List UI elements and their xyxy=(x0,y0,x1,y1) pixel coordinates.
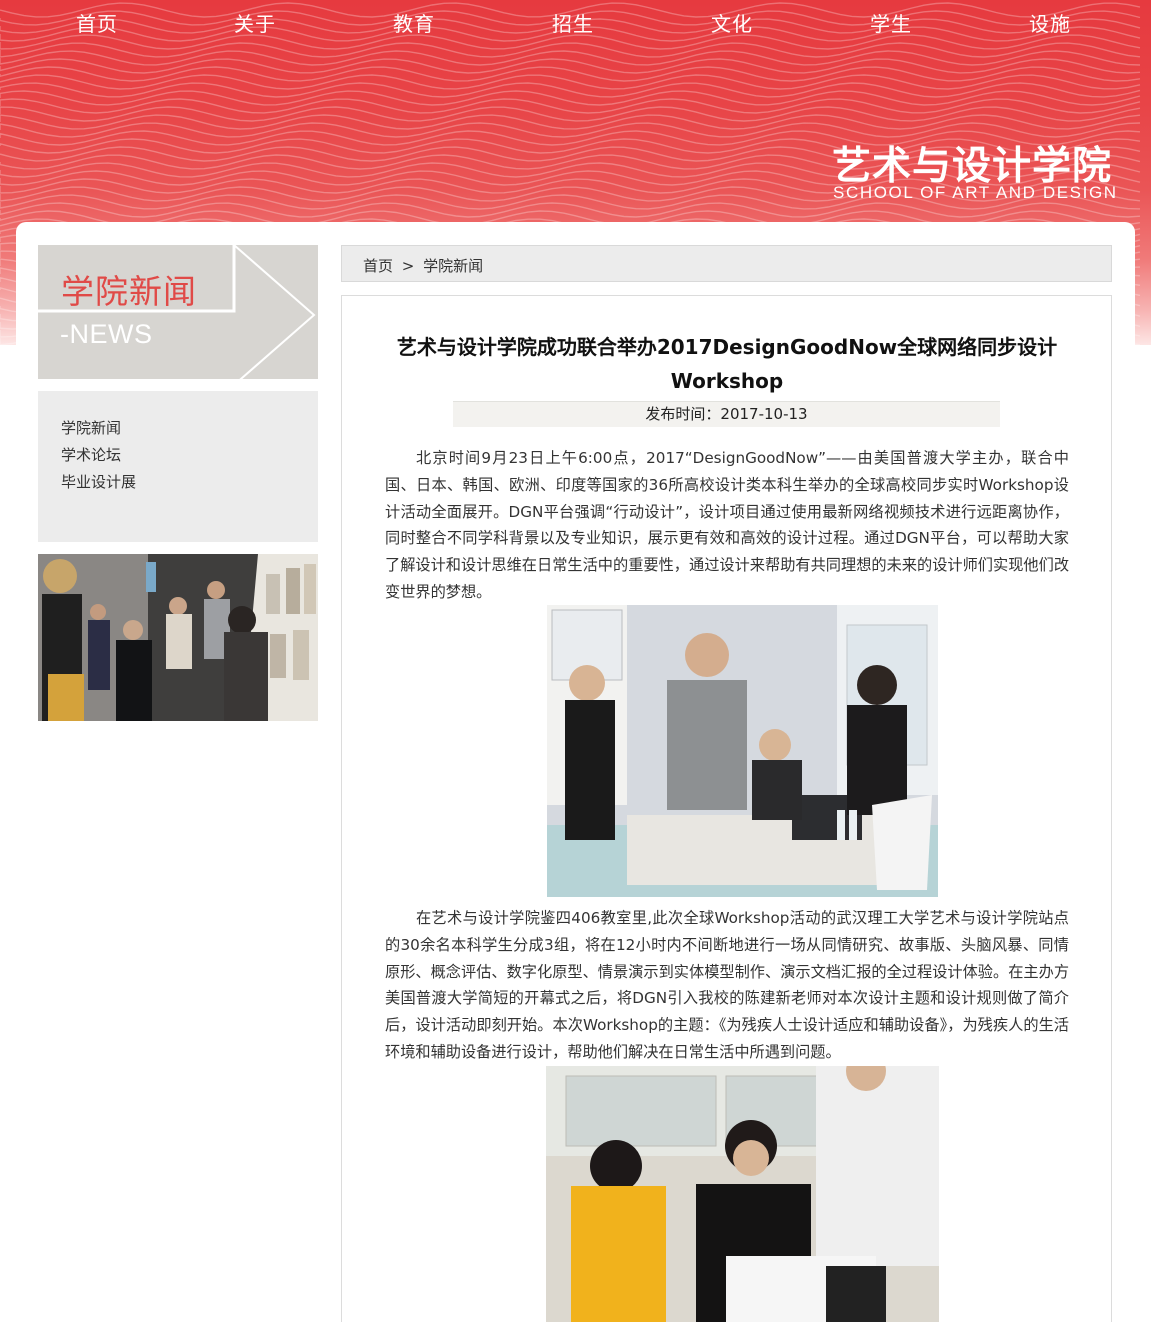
wave-line xyxy=(0,50,1141,66)
section-header: 学院新闻 -NEWS xyxy=(38,245,318,379)
breadcrumb-separator: > xyxy=(401,257,415,275)
article-photo-1 xyxy=(547,605,938,897)
breadcrumb: 首页 > 学院新闻 xyxy=(341,245,1112,282)
article-paragraph: 在艺术与设计学院鉴四406教室里,此次全球Workshop活动的武汉理工大学艺术… xyxy=(385,909,1069,1061)
sidebar-item-college-news[interactable]: 学院新闻 xyxy=(61,415,318,442)
wave-line xyxy=(0,74,1141,90)
wave-line xyxy=(0,106,1141,122)
school-logo-en[interactable]: SCHOOL OF ART AND DESIGN xyxy=(833,183,1118,203)
publish-info: 发布时间：2017-10-13 xyxy=(453,401,1000,427)
nav-home[interactable]: 首页 xyxy=(76,8,118,37)
wave-line xyxy=(0,114,1141,130)
sidebar-item-academic-forum[interactable]: 学术论坛 xyxy=(61,442,318,469)
sidebar-menu: 学院新闻 学术论坛 毕业设计展 xyxy=(38,391,318,542)
nav-students[interactable]: 学生 xyxy=(870,8,912,37)
wave-line xyxy=(0,82,1141,98)
article-photo-2 xyxy=(546,1066,939,1322)
wave-line xyxy=(0,42,1141,58)
sidebar-photo[interactable] xyxy=(38,554,318,721)
publish-date: 2017-10-13 xyxy=(720,405,808,423)
article-paragraph: 北京时间9月23日上午6:00点，2017“DesignGoodNow”——由美… xyxy=(385,449,1069,601)
article-title: 艺术与设计学院成功联合举办2017DesignGoodNow全球网络同步设计Wo… xyxy=(396,335,1058,393)
nav-education[interactable]: 教育 xyxy=(393,8,435,37)
nav-about[interactable]: 关于 xyxy=(234,8,276,37)
nav-facilities[interactable]: 设施 xyxy=(1029,8,1071,37)
publish-label: 发布时间： xyxy=(645,405,721,423)
nav-culture[interactable]: 文化 xyxy=(711,8,753,37)
top-navigation: 首页 关于 教育 招生 文化 学生 设施 xyxy=(0,0,1151,44)
sidebar-item-graduation-exhibition[interactable]: 毕业设计展 xyxy=(61,469,318,496)
nav-admissions[interactable]: 招生 xyxy=(552,8,594,37)
breadcrumb-current[interactable]: 学院新闻 xyxy=(423,257,483,275)
section-subtitle: -NEWS xyxy=(60,319,153,349)
section-title: 学院新闻 xyxy=(61,272,197,311)
breadcrumb-home[interactable]: 首页 xyxy=(363,257,393,275)
